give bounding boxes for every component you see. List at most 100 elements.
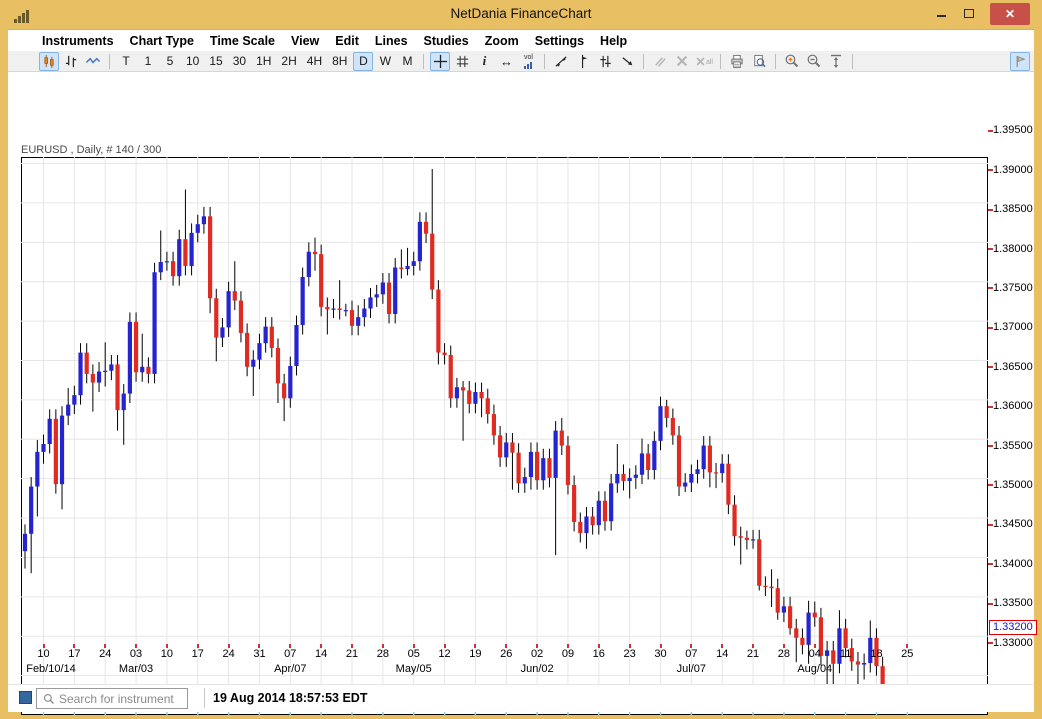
horizontal-scroll-button[interactable]: ↔ xyxy=(496,52,516,71)
candle-up xyxy=(331,308,335,309)
info-button[interactable]: i xyxy=(474,52,494,71)
ohlc-bars-icon xyxy=(64,54,79,69)
timeframe-1h-button[interactable]: 1H xyxy=(252,52,275,71)
trendline-button[interactable] xyxy=(551,52,571,71)
search-box[interactable] xyxy=(36,688,188,709)
toolbar: T 1 5 10 15 30 1H 2H 4H 8H D W M i ↔ xyxy=(8,51,1034,72)
search-input[interactable] xyxy=(59,692,177,706)
print-preview-button[interactable] xyxy=(749,52,769,71)
toolbar-separator xyxy=(109,54,110,69)
timeframe-4h-button[interactable]: 4H xyxy=(303,52,326,71)
candle-down xyxy=(325,307,329,309)
timeframe-15m-button[interactable]: 15 xyxy=(205,52,226,71)
menu-time-scale[interactable]: Time Scale xyxy=(202,34,283,48)
candle-up xyxy=(554,431,558,478)
menu-edit[interactable]: Edit xyxy=(327,34,367,48)
delete-all-lines-button[interactable]: all xyxy=(694,52,714,71)
line-chart-button[interactable] xyxy=(83,52,103,71)
y-axis-label: 1.36500 xyxy=(993,361,1041,373)
timeframe-30m-button[interactable]: 30 xyxy=(229,52,250,71)
candle-up xyxy=(41,444,45,452)
close-button[interactable]: ✕ xyxy=(990,3,1030,25)
volume-button[interactable]: vol xyxy=(518,52,538,71)
candle-up xyxy=(455,387,459,398)
menu-settings[interactable]: Settings xyxy=(527,34,592,48)
candle-down xyxy=(603,501,607,521)
zoom-in-button[interactable] xyxy=(782,52,802,71)
menu-zoom[interactable]: Zoom xyxy=(477,34,527,48)
candle-up xyxy=(288,366,292,398)
candle-down xyxy=(387,282,391,314)
edit-lines-button[interactable] xyxy=(650,52,670,71)
candle-down xyxy=(788,606,792,628)
menu-view[interactable]: View xyxy=(283,34,327,48)
candle-up xyxy=(862,663,866,665)
candle-up xyxy=(122,394,126,411)
timeframe-tick-button[interactable]: T xyxy=(116,52,136,71)
candle-up xyxy=(782,606,786,612)
y-axis-tick xyxy=(988,248,993,250)
candle-up xyxy=(66,405,70,416)
candle-down xyxy=(547,458,551,478)
y-axis-tick xyxy=(988,563,993,565)
menu-instruments[interactable]: Instruments xyxy=(34,34,122,48)
candle-down xyxy=(442,353,446,355)
candle-up xyxy=(806,613,810,645)
y-axis-tick xyxy=(988,524,993,526)
candle-down xyxy=(233,291,237,300)
channel-button[interactable] xyxy=(595,52,615,71)
timeframe-10m-button[interactable]: 10 xyxy=(182,52,203,71)
candle-down xyxy=(566,446,570,485)
pin-panel-button[interactable] xyxy=(1010,52,1030,71)
candlestick-chart-button[interactable] xyxy=(39,52,59,71)
timeframe-5m-button[interactable]: 5 xyxy=(160,52,180,71)
x-axis-month-label: Feb/10/14 xyxy=(20,663,82,675)
delete-line-button[interactable] xyxy=(672,52,692,71)
trendline-icon xyxy=(554,54,569,69)
timeframe-2h-button[interactable]: 2H xyxy=(277,52,300,71)
menu-studies[interactable]: Studies xyxy=(416,34,477,48)
candle-up xyxy=(640,453,644,474)
candle-up xyxy=(301,277,305,325)
candle-down xyxy=(572,485,576,522)
y-axis-tick xyxy=(988,366,993,368)
y-axis-tick xyxy=(988,209,993,211)
timeframe-8h-button[interactable]: 8H xyxy=(328,52,351,71)
candle-up xyxy=(202,216,206,224)
ohlc-bars-button[interactable] xyxy=(61,52,81,71)
menu-lines[interactable]: Lines xyxy=(367,34,416,48)
print-button[interactable] xyxy=(727,52,747,71)
minimize-button[interactable] xyxy=(928,0,954,26)
x-axis-label: 10 xyxy=(152,648,182,660)
timeframe-weekly-button[interactable]: W xyxy=(375,52,395,71)
grid-button[interactable] xyxy=(452,52,472,71)
crosshair-button[interactable] xyxy=(430,52,450,71)
title-bar[interactable]: NetDania FinanceChart ✕ xyxy=(0,0,1042,28)
timeframe-daily-button[interactable]: D xyxy=(353,52,373,71)
candle-up xyxy=(177,239,181,276)
x-axis-label: 14 xyxy=(306,648,336,660)
maximize-button[interactable] xyxy=(956,0,982,26)
menu-help[interactable]: Help xyxy=(592,34,635,48)
timeframe-monthly-button[interactable]: M xyxy=(397,52,417,71)
search-icon xyxy=(43,693,55,705)
candle-up xyxy=(78,353,82,396)
fit-vertical-button[interactable] xyxy=(826,52,846,71)
menu-chart-type[interactable]: Chart Type xyxy=(122,34,202,48)
candle-down xyxy=(214,298,218,337)
candle-down xyxy=(757,539,761,585)
candle-down xyxy=(146,367,150,374)
candle-up xyxy=(652,441,656,470)
candle-up xyxy=(356,317,360,326)
x-axis-month-label: Jul/07 xyxy=(660,663,722,675)
candle-up xyxy=(658,406,662,441)
vertical-line-button[interactable] xyxy=(573,52,593,71)
candlestick-plot[interactable] xyxy=(21,157,988,715)
candle-down xyxy=(535,452,539,480)
timeframe-1m-button[interactable]: 1 xyxy=(138,52,158,71)
ray-button[interactable] xyxy=(617,52,637,71)
zoom-out-button[interactable] xyxy=(804,52,824,71)
candle-up xyxy=(634,475,638,478)
candle-up xyxy=(60,416,64,485)
candle-up xyxy=(362,308,366,317)
